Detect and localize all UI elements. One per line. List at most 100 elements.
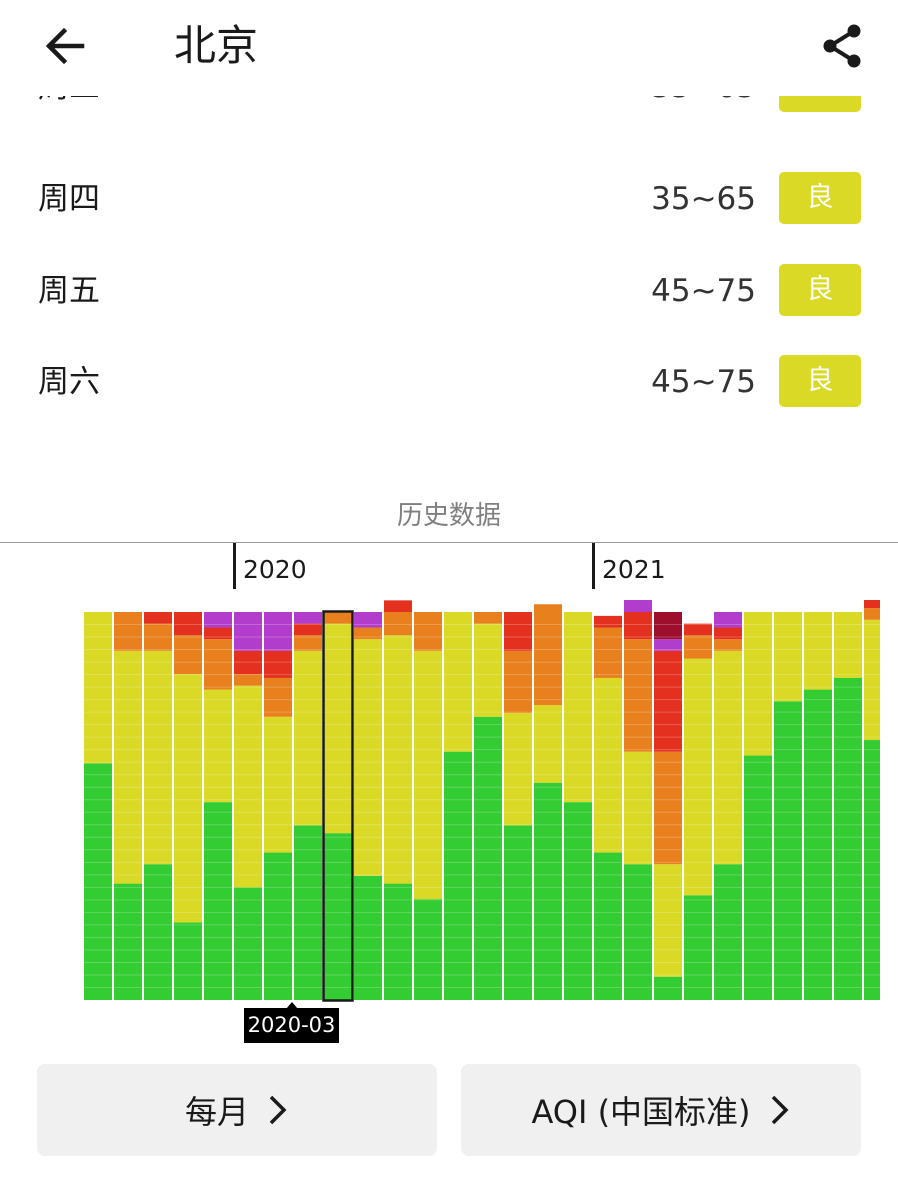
share-button[interactable] <box>814 18 870 74</box>
bar-segment[interactable] <box>624 639 652 752</box>
bar-segment[interactable] <box>384 612 412 636</box>
chevron-right-icon <box>771 1095 789 1125</box>
bar-segment[interactable] <box>84 612 112 764</box>
forecast-day: 周四 <box>38 181 100 217</box>
bar-segment[interactable] <box>744 612 772 756</box>
bar-segment[interactable] <box>294 623 322 636</box>
bar-segment[interactable] <box>444 612 472 752</box>
bar-segment[interactable] <box>294 650 322 826</box>
bar-segment[interactable] <box>234 612 262 651</box>
bar-segment[interactable] <box>714 612 742 628</box>
bar-segment[interactable] <box>204 689 232 803</box>
bar-segment[interactable] <box>594 677 622 853</box>
year-label-2021: 2021 <box>602 555 666 584</box>
bar-segment[interactable] <box>264 677 292 717</box>
bar-segment[interactable] <box>684 635 712 659</box>
bar-segment[interactable] <box>804 689 832 1000</box>
bar-segment[interactable] <box>864 619 880 741</box>
bar-segment[interactable] <box>654 650 682 752</box>
bar-segment[interactable] <box>564 802 592 1000</box>
bar-segment[interactable] <box>654 751 682 865</box>
bar-segment[interactable] <box>384 883 412 1000</box>
bar-segment[interactable] <box>864 608 880 620</box>
bar-segment[interactable] <box>684 895 712 1000</box>
bar-segment[interactable] <box>774 701 802 1000</box>
bar-segment[interactable] <box>204 802 232 1000</box>
bar-segment[interactable] <box>684 658 712 896</box>
bar-segment[interactable] <box>564 612 592 803</box>
bar-segment[interactable] <box>624 600 652 612</box>
bar-segment[interactable] <box>654 864 682 977</box>
bar-segment[interactable] <box>84 763 112 1000</box>
bar-segment[interactable] <box>264 612 292 651</box>
aqi-level-badge: 良 <box>779 96 861 112</box>
bar-segment[interactable] <box>204 639 232 690</box>
bar-segment[interactable] <box>804 612 832 690</box>
bar-segment[interactable] <box>474 612 502 624</box>
bar-segment[interactable] <box>684 623 712 636</box>
bar-segment[interactable] <box>624 612 652 640</box>
bar-segment[interactable] <box>594 615 622 628</box>
bar-segment[interactable] <box>324 612 352 624</box>
bar-segment[interactable] <box>534 604 562 706</box>
bar-segment[interactable] <box>624 751 652 865</box>
forecast-row: 周六 45~75 良 <box>0 337 898 429</box>
bar-segment[interactable] <box>864 740 880 1000</box>
bar-segment[interactable] <box>384 635 412 884</box>
bar-segment[interactable] <box>594 627 622 678</box>
standard-button[interactable]: AQI (中国标准) <box>461 1064 861 1156</box>
bar-segment[interactable] <box>864 600 880 609</box>
back-button[interactable] <box>36 20 92 72</box>
bar-segment[interactable] <box>714 650 742 865</box>
bar-segment[interactable] <box>174 635 202 675</box>
forecast-day: 周三 <box>38 96 100 108</box>
bar-segment[interactable] <box>774 612 802 702</box>
bar-segment[interactable] <box>114 883 142 1000</box>
page-title: 北京 <box>174 21 259 70</box>
bar-segment[interactable] <box>354 875 382 1000</box>
bar-segment[interactable] <box>534 705 562 783</box>
bar-segment[interactable] <box>834 677 862 1000</box>
bar-segment[interactable] <box>324 623 352 834</box>
bar-segment[interactable] <box>504 712 532 826</box>
bar-segment[interactable] <box>234 685 262 888</box>
bar-segment[interactable] <box>504 650 532 713</box>
bar-segment[interactable] <box>144 650 172 865</box>
bar-segment[interactable] <box>294 635 322 651</box>
bar-segment[interactable] <box>354 612 382 628</box>
period-button-label: 每月 <box>184 1093 249 1131</box>
bar-segment[interactable] <box>114 612 142 651</box>
chevron-right-icon <box>269 1095 287 1125</box>
bar-segment[interactable] <box>174 922 202 1000</box>
bar-segment[interactable] <box>834 612 862 678</box>
bar-segment[interactable] <box>294 612 322 624</box>
bar-segment[interactable] <box>474 623 502 717</box>
bar-segment[interactable] <box>654 612 682 640</box>
aqi-level-badge: 良 <box>779 172 861 224</box>
history-chart[interactable] <box>0 600 898 1010</box>
bar-segment[interactable] <box>234 887 262 1000</box>
bar-segment[interactable] <box>414 612 442 651</box>
bar-segment[interactable] <box>654 976 682 1000</box>
period-button[interactable]: 每月 <box>37 1064 437 1156</box>
bar-segment[interactable] <box>114 650 142 884</box>
bar-segment[interactable] <box>144 612 172 624</box>
bar-segment[interactable] <box>534 782 562 1000</box>
year-label-2020: 2020 <box>243 555 307 584</box>
bar-segment[interactable] <box>144 864 172 1000</box>
bar-segment[interactable] <box>174 674 202 923</box>
bar-segment[interactable] <box>234 674 262 686</box>
bar-segment[interactable] <box>384 600 412 612</box>
forecast-list[interactable]: 周三 35~65 良 周四 35~65 良 周五 45~75 良 周六 45~7… <box>0 96 898 436</box>
bar-segment[interactable] <box>264 650 292 678</box>
forecast-row: 周四 35~65 良 <box>0 154 898 246</box>
aqi-level-badge: 良 <box>779 355 861 407</box>
bar-segment[interactable] <box>714 864 742 1000</box>
bar-segment[interactable] <box>624 864 652 1000</box>
bar-segment[interactable] <box>174 612 202 636</box>
bar-segment[interactable] <box>204 612 232 628</box>
bar-segment[interactable] <box>474 716 502 1000</box>
forecast-day: 周五 <box>38 273 100 309</box>
bar-segment[interactable] <box>744 755 772 1000</box>
bar-segment[interactable] <box>504 612 532 651</box>
